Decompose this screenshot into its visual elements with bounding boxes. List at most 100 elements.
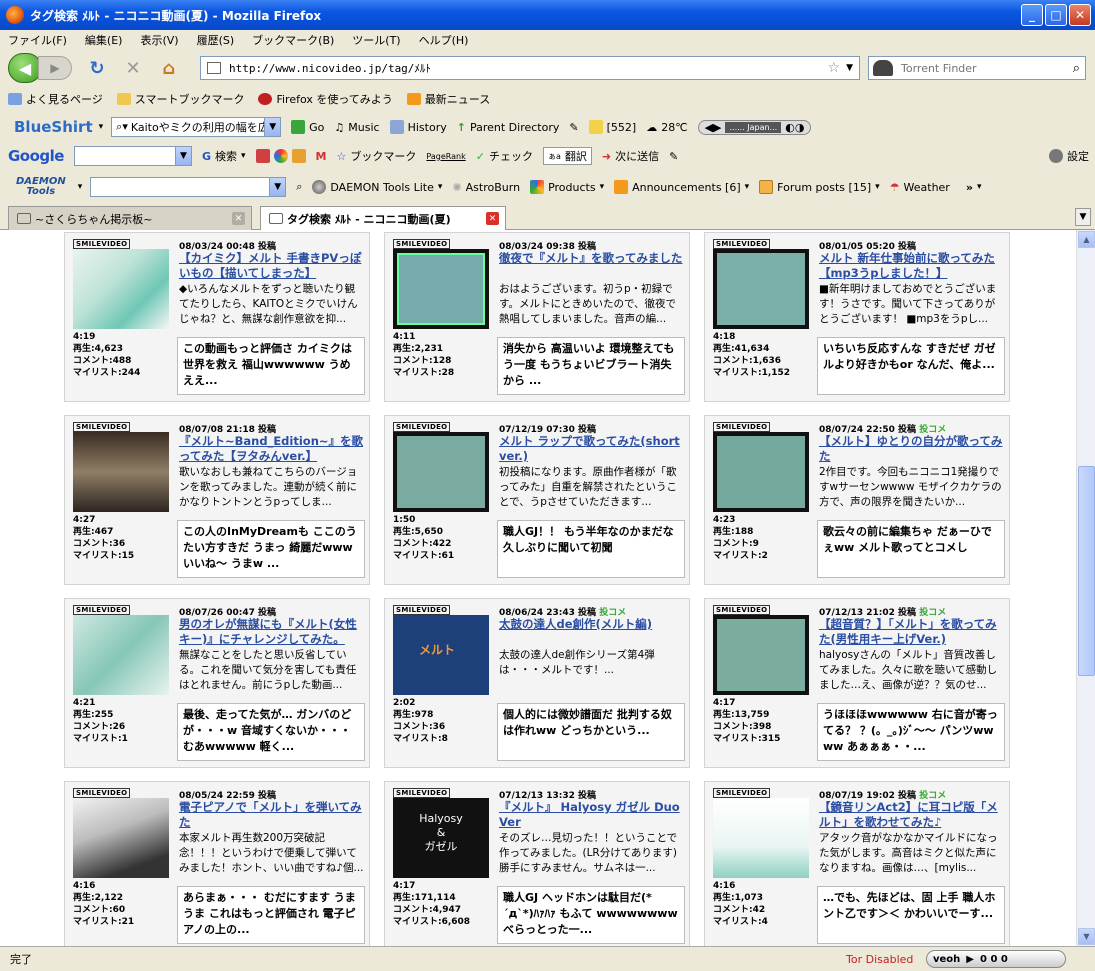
history-button[interactable]: History [389,120,447,134]
menu-bookmarks[interactable]: ブックマーク(B) [252,32,334,48]
forward-button[interactable]: ▶ [38,56,72,80]
video-title-link[interactable]: メルト 新年仕事始前に歌ってみた【mp3うpしました！】 [819,251,1005,281]
astroburn-button[interactable]: ✺ AstroBurn [452,181,520,194]
weather-button[interactable]: ☁ 28℃ [646,121,687,134]
menu-help[interactable]: ヘルプ(H) [419,32,469,48]
scroll-thumb[interactable] [1078,466,1095,676]
video-title-link[interactable]: 『メルト~Band_Edition~』を歌ってみた【ヲタみんver.】 [179,434,365,464]
google-search-input[interactable]: ▼ [73,146,192,166]
gmail-button[interactable]: M [316,150,327,163]
menu-view[interactable]: 表示(V) [140,32,178,48]
video-thumbnail[interactable] [713,432,809,512]
video-title-link[interactable]: 【メルト】ゆとりの自分が歌ってみた [819,434,1005,464]
video-thumbnail[interactable] [393,432,489,512]
back-button[interactable]: ◀ [8,53,42,83]
menu-tools[interactable]: ツール(T) [352,32,400,48]
google-settings-button[interactable]: 設定 [1049,148,1089,164]
home-icon[interactable]: ⌂ [156,55,182,81]
bookmark-news[interactable]: 最新ニュース [406,91,490,107]
weather-button-daemon[interactable]: ☂ Weather [890,181,950,194]
url-bar[interactable]: http://www.nicovideo.jp/tag/ﾒﾙﾄ ☆ ▼ [200,56,860,80]
reload-icon[interactable]: ↻ [84,55,110,81]
daemon-tools-logo[interactable]: DAEMON Tools [16,177,66,197]
google-bookmarks-button[interactable]: ☆ ブックマーク [337,148,417,164]
menu-edit[interactable]: 編集(E) [85,32,123,48]
dropdown-arrow-icon[interactable]: ▼ [264,118,281,136]
video-title-link[interactable]: 【鏡音リンAct2】に耳コピ版「メルト」を歌わせてみた♪ [819,800,1005,830]
scroll-up-icon[interactable]: ▲ [1078,231,1095,248]
close-tab-icon[interactable]: ✕ [486,212,499,225]
bookmark-most-visited[interactable]: よく見るページ [8,91,103,107]
video-thumbnail[interactable] [73,432,169,512]
search-engine-icon[interactable] [873,60,893,76]
video-thumbnail[interactable]: Halyosy & ガゼル [393,798,489,878]
google-logo[interactable]: Google [8,147,64,165]
radio-player[interactable]: ◀▶ ...... Japan... ◐◑ [697,119,812,135]
blueshirt-search-combo[interactable]: ⌕▾ Kaitoやミクの利用の幅を広 ▼ [111,117,282,137]
volume-icon[interactable]: ◐◑ [785,121,804,134]
stop-icon[interactable]: ✕ [120,55,146,81]
menu-file[interactable]: ファイル(F) [8,32,67,48]
blueshirt-menu-arrow-icon[interactable]: ▾ [99,122,104,132]
video-thumbnail[interactable] [713,798,809,878]
maximize-button[interactable]: □ [1045,4,1067,26]
send-to-button[interactable]: ➜ 次に送信 [602,148,659,164]
video-thumbnail[interactable] [73,249,169,329]
play-icon[interactable]: ▶ [966,954,974,965]
pagerank-indicator[interactable]: PageRank [426,152,465,161]
bookmark-smart[interactable]: スマートブックマーク [116,91,244,107]
daemon-lite-button[interactable]: DAEMON Tools Lite ▾ [312,180,442,194]
vertical-scrollbar[interactable]: ▲ ▼ [1076,230,1095,946]
edit-button[interactable]: ✎ [569,121,578,134]
veoh-widget[interactable]: veoh ▶ 0 0 0 [926,950,1066,968]
go-button[interactable]: Go [291,120,324,134]
dropdown-arrow-icon[interactable]: ▼ [269,178,286,196]
video-title-link[interactable]: 【カイミク】メルト 手書きPVっぽいもの【描いてしまった】 [179,251,365,281]
mail-count-button[interactable]: [552] [588,120,636,134]
video-title-link[interactable]: メルト ラップで歌ってみた(short ver.) [499,434,685,464]
daemon-search-button[interactable]: ⌕ [296,180,302,194]
video-title-link[interactable]: 太鼓の達人de創作(メルト編) [499,617,685,632]
video-thumbnail[interactable]: メルト [393,615,489,695]
tab-nicovideo[interactable]: タグ検索 ﾒﾙﾄ - ニコニコ動画(夏) ✕ [260,206,506,230]
blueshirt-logo[interactable]: BlueShirt [14,118,93,136]
toolbar-overflow-button[interactable]: » ▾ [966,181,982,194]
video-title-link[interactable]: 徹夜で『メルト』を歌ってみました [499,251,685,266]
translate-button[interactable]: ぁa 翻訳 [542,147,592,165]
dropdown-arrow-icon[interactable]: ▼ [174,147,191,165]
pen-button[interactable]: ✎ [669,150,678,163]
video-title-link[interactable]: 【超音質？】「メルト」を歌ってみた(男性用キー上げVer.) [819,617,1005,647]
google-search-button[interactable]: G 検索 ▾ [202,148,246,164]
announcements-button[interactable]: Announcements [6] ▾ [614,180,749,194]
spellcheck-button[interactable]: ✓ チェック [476,148,533,164]
daemon-search-input[interactable]: ▼ [90,177,287,197]
tab-list-button[interactable]: ▼ [1075,208,1091,226]
search-icon[interactable]: ⌕ [1073,61,1080,76]
google-tools-icons[interactable] [255,149,306,163]
video-thumbnail[interactable] [713,615,809,695]
close-tab-icon[interactable]: ✕ [232,212,245,225]
video-thumbnail[interactable] [73,615,169,695]
close-window-button[interactable]: ✕ [1069,4,1091,26]
tab-sakura-board[interactable]: ~さくらちゃん掲示板~ ✕ [8,206,252,230]
parent-directory-button[interactable]: ↑ Parent Directory [457,121,560,134]
products-button[interactable]: Products ▾ [530,180,604,194]
minimize-button[interactable]: _ [1021,4,1043,26]
url-dropdown-icon[interactable]: ▼ [846,63,853,73]
tor-status[interactable]: Tor Disabled [846,953,913,966]
music-button[interactable]: ♫ Music [334,121,379,134]
daemon-menu-arrow-icon[interactable]: ▾ [78,182,83,192]
search-input[interactable] [899,60,1073,76]
bookmark-firefox-guide[interactable]: Firefox を使ってみよう [258,91,393,107]
video-thumbnail[interactable] [713,249,809,329]
scroll-down-icon[interactable]: ▼ [1078,928,1095,945]
video-thumbnail[interactable] [73,798,169,878]
menu-history[interactable]: 履歴(S) [197,32,235,48]
bookmark-star-icon[interactable]: ☆ [828,60,841,76]
search-bar[interactable]: ⌕ [868,56,1086,80]
video-title-link[interactable]: 男のオレが無謀にも『メルト(女性キー)』にチャレンジしてみた。 [179,617,365,647]
play-icon[interactable]: ◀▶ [705,121,722,134]
video-title-link[interactable]: 電子ピアノで「メルト」を弾いてみた [179,800,365,830]
forum-posts-button[interactable]: Forum posts [15] ▾ [759,180,880,194]
video-title-link[interactable]: 『メルト』 Halyosy ガゼル Duo Ver [499,800,685,830]
